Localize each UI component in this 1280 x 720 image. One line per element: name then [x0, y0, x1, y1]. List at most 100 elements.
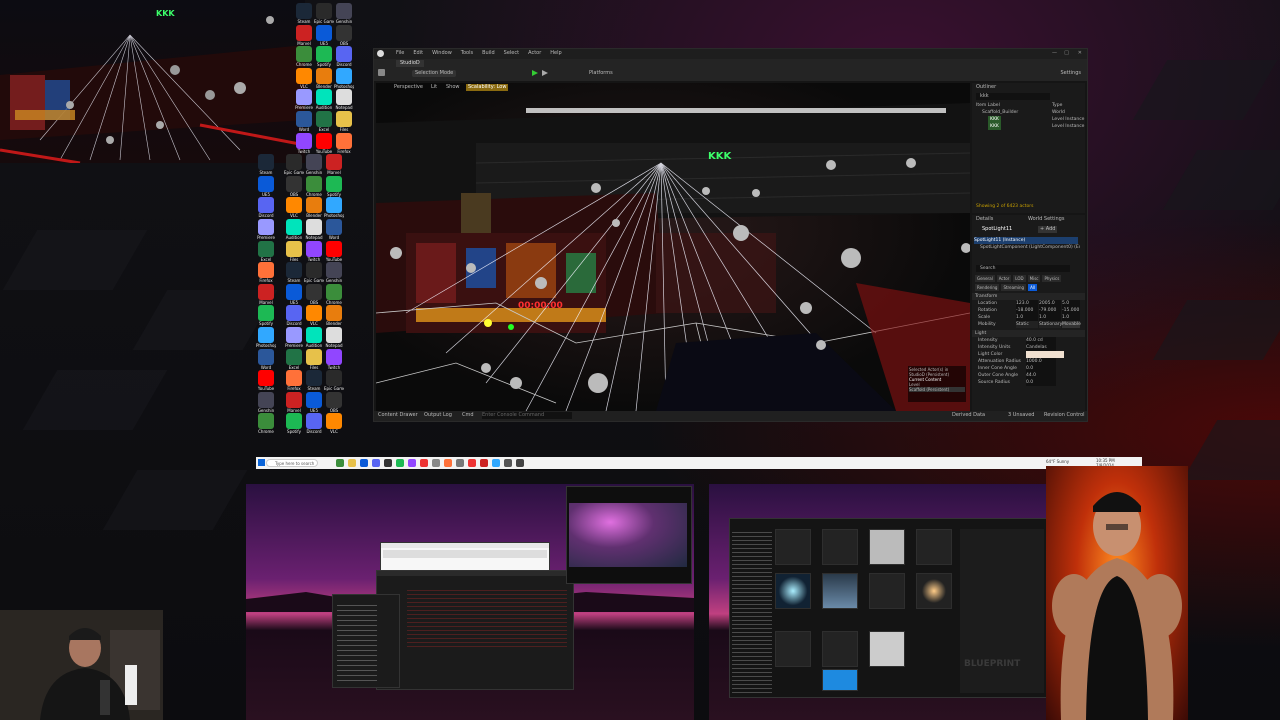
- desktop-icon[interactable]: [306, 327, 322, 343]
- app-icon[interactable]: [432, 459, 440, 467]
- menu-build[interactable]: Build: [482, 50, 495, 57]
- filter-tab[interactable]: Rendering: [975, 284, 1000, 291]
- menu-select[interactable]: Select: [504, 50, 519, 57]
- youtube-icon[interactable]: [420, 459, 428, 467]
- desktop-icon[interactable]: [316, 111, 332, 127]
- desktop-icon[interactable]: [336, 132, 352, 149]
- menu-window[interactable]: Window: [432, 50, 452, 57]
- mobility-option[interactable]: Static: [1016, 321, 1038, 328]
- save-icon[interactable]: [378, 69, 385, 76]
- prop-value[interactable]: 40.0 cd: [1026, 337, 1056, 344]
- prop-value[interactable]: 44.0: [1026, 372, 1056, 379]
- component-child[interactable]: SpotLightComponent (LightComponent0) (Ed…: [980, 244, 1080, 251]
- desktop-icon[interactable]: [296, 3, 312, 19]
- explorer-window[interactable]: [380, 542, 550, 572]
- cmd-dropdown[interactable]: Cmd: [462, 412, 474, 419]
- desktop-icon[interactable]: [326, 197, 342, 214]
- selected-asset[interactable]: [822, 669, 858, 691]
- desktop-icon[interactable]: [306, 413, 322, 430]
- maximize-icon[interactable]: □: [1064, 50, 1069, 57]
- project-tab[interactable]: StudioD: [396, 60, 424, 67]
- desktop-icon[interactable]: [326, 262, 342, 279]
- asset-thumbnail[interactable]: [916, 573, 952, 609]
- desktop-icon[interactable]: [336, 24, 352, 41]
- prop-value[interactable]: 1.0: [1062, 314, 1080, 321]
- desktop-icon[interactable]: [258, 154, 274, 171]
- desktop-icon[interactable]: [258, 219, 274, 235]
- desktop-icon[interactable]: [258, 175, 274, 192]
- asset-thumbnail[interactable]: [775, 631, 811, 667]
- desktop-icon[interactable]: [286, 197, 302, 214]
- show-button[interactable]: Show: [446, 84, 460, 91]
- chrome-icon[interactable]: [336, 459, 344, 467]
- desktop-icon[interactable]: [296, 89, 312, 106]
- prop-value[interactable]: 0.0: [1026, 379, 1056, 386]
- prop-value[interactable]: -18.000: [1016, 307, 1038, 314]
- platforms-button[interactable]: Platforms: [589, 70, 613, 77]
- desktop-icon[interactable]: [258, 348, 274, 365]
- asset-thumbnail[interactable]: [869, 631, 905, 667]
- desktop-icon[interactable]: [286, 413, 302, 430]
- desktop-icon[interactable]: [258, 305, 274, 322]
- content-browser-window[interactable]: BLUEPRINT: [729, 518, 1047, 698]
- asset-thumbnail[interactable]: [775, 529, 811, 565]
- desktop-icon[interactable]: [326, 305, 342, 322]
- desktop-icon[interactable]: [286, 348, 302, 365]
- desktop-icon[interactable]: [306, 391, 322, 408]
- desktop-icon[interactable]: [286, 219, 302, 235]
- taskbar-search[interactable]: Type here to search: [266, 459, 318, 467]
- revision-control-button[interactable]: Revision Control: [1044, 412, 1085, 419]
- content-drawer-button[interactable]: Content Drawer: [378, 412, 418, 419]
- desktop-icon[interactable]: [306, 175, 322, 192]
- desktop-icon[interactable]: [316, 132, 332, 149]
- desktop-icon[interactable]: [296, 132, 312, 149]
- menu-file[interactable]: File: [396, 50, 404, 57]
- desktop-icon[interactable]: [258, 283, 274, 300]
- spotify-icon[interactable]: [396, 459, 404, 467]
- minimize-icon[interactable]: —: [1052, 50, 1057, 57]
- desktop-icon[interactable]: [286, 154, 302, 171]
- light-color-swatch[interactable]: [1026, 351, 1064, 358]
- desktop-icon[interactable]: [326, 240, 342, 257]
- derived-data-button[interactable]: Derived Data: [952, 412, 985, 419]
- filter-tab[interactable]: Actor: [996, 275, 1012, 282]
- outliner-row-3[interactable]: KKK: [988, 123, 1001, 130]
- desktop-icon[interactable]: [316, 3, 332, 19]
- discord-icon[interactable]: [372, 459, 380, 467]
- desktop-icon[interactable]: [296, 111, 312, 127]
- desktop-icon[interactable]: [306, 348, 322, 365]
- desktop-icon[interactable]: [286, 391, 302, 408]
- prop-value[interactable]: Candelas: [1026, 344, 1056, 351]
- obs-icon[interactable]: [384, 459, 392, 467]
- desktop-icon[interactable]: [296, 46, 312, 63]
- popup-line5[interactable]: Scaffold (Persistent): [909, 387, 965, 392]
- filter-tab[interactable]: Physics: [1042, 275, 1062, 282]
- desktop-icon[interactable]: [306, 197, 322, 214]
- desktop-icon[interactable]: [258, 370, 274, 387]
- asset-thumbnail[interactable]: [869, 573, 905, 609]
- perspective-button[interactable]: Perspective: [394, 84, 423, 91]
- desktop-icon[interactable]: [258, 240, 274, 257]
- prop-value[interactable]: 2005.0: [1039, 300, 1061, 307]
- output-log-button[interactable]: Output Log: [424, 412, 452, 419]
- desktop-icon[interactable]: [306, 219, 322, 235]
- desktop-icon[interactable]: [296, 24, 312, 41]
- desktop-icon[interactable]: [326, 154, 342, 171]
- desktop-icon[interactable]: [286, 262, 302, 279]
- desktop-icon[interactable]: [326, 219, 342, 235]
- desktop-icon[interactable]: [306, 283, 322, 300]
- play-icon[interactable]: [532, 70, 538, 76]
- desktop-icon[interactable]: [326, 413, 342, 430]
- asset-thumbnail[interactable]: [775, 573, 811, 609]
- desktop-icon[interactable]: [326, 327, 342, 343]
- desktop-icon[interactable]: [316, 67, 332, 84]
- menu-help[interactable]: Help: [550, 50, 561, 57]
- desktop-icon[interactable]: [336, 46, 352, 63]
- asset-thumbnail[interactable]: [869, 529, 905, 565]
- photoshop-icon[interactable]: [492, 459, 500, 467]
- app-icon[interactable]: [516, 459, 524, 467]
- video-window[interactable]: [566, 486, 692, 584]
- prop-value[interactable]: 5.0: [1062, 300, 1080, 307]
- filter-tab[interactable]: Streaming: [1001, 284, 1027, 291]
- desktop-icon[interactable]: [306, 370, 322, 387]
